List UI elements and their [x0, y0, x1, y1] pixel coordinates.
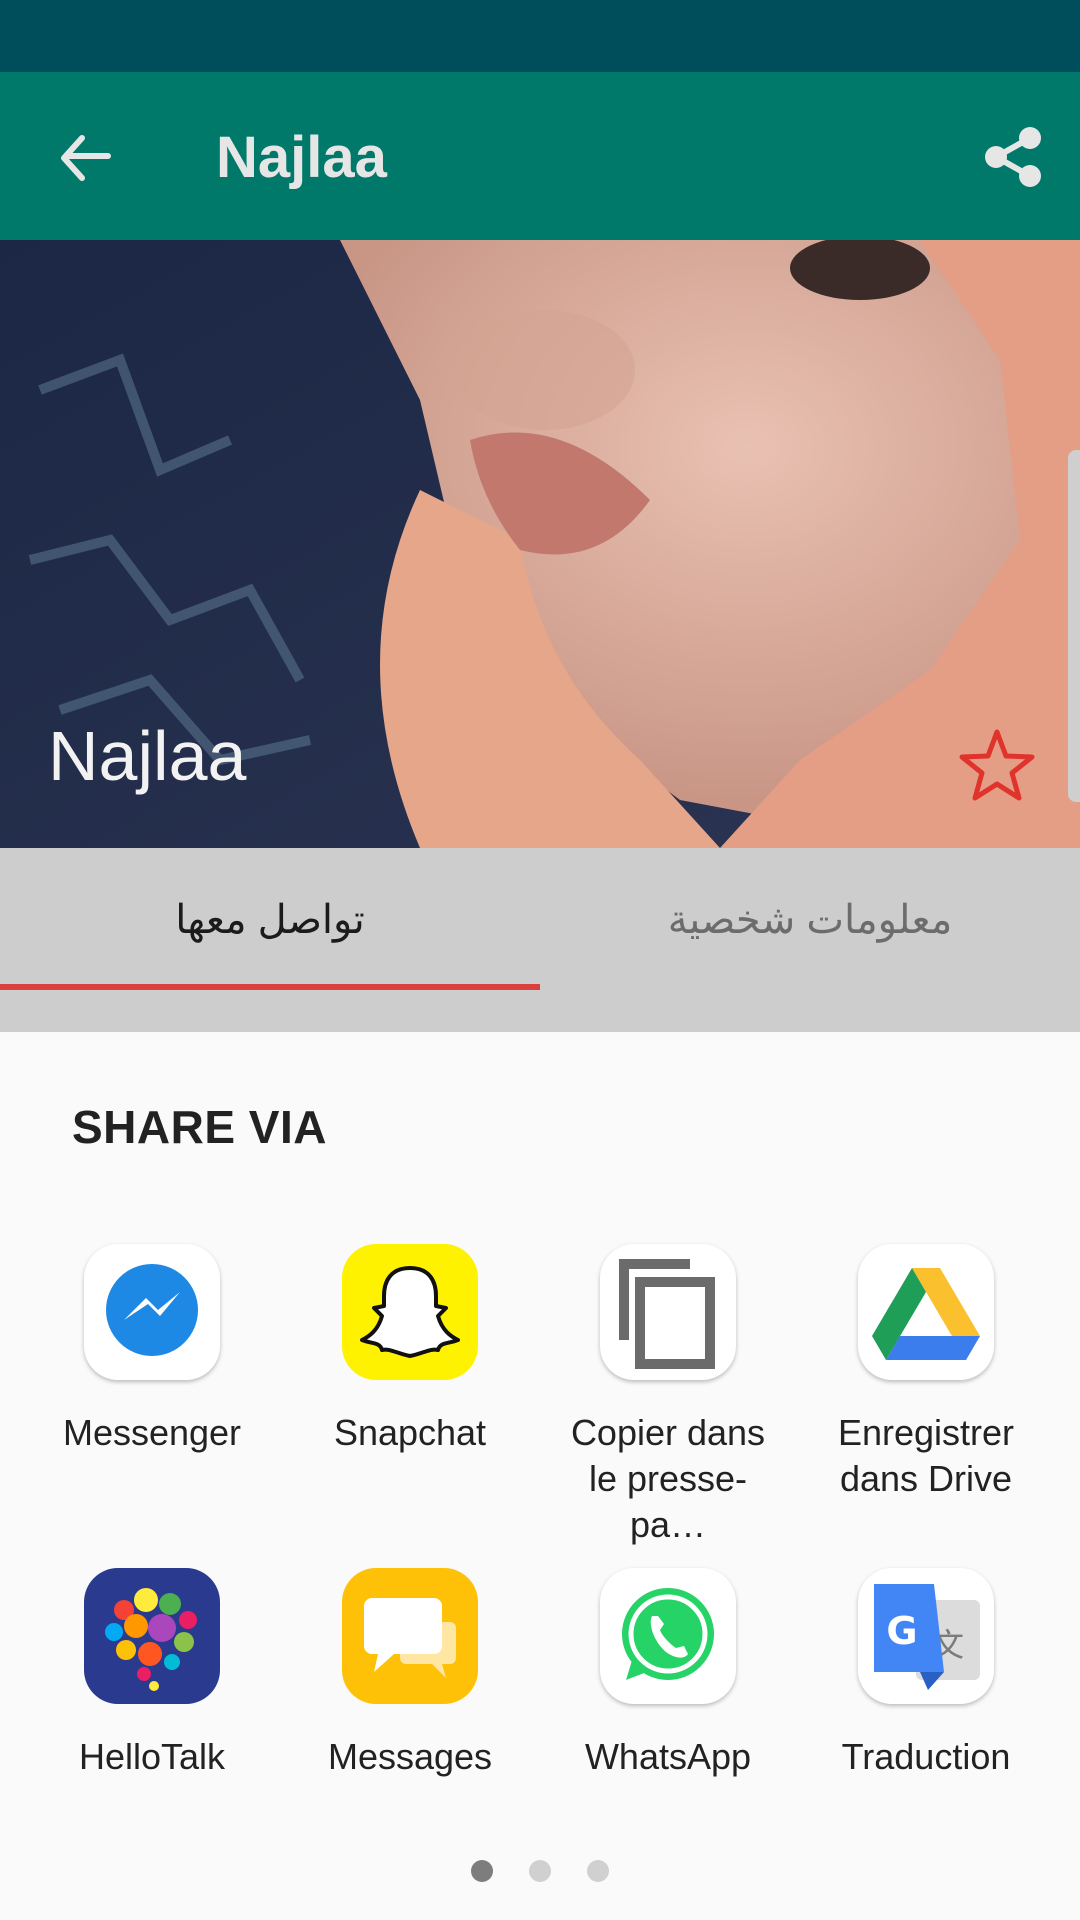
share-app-whatsapp[interactable]: WhatsApp	[539, 1568, 797, 1780]
page-dot-2[interactable]	[529, 1860, 551, 1882]
share-app-label: Traduction	[841, 1736, 1011, 1777]
share-app-hellotalk[interactable]: HelloTalk	[23, 1568, 281, 1780]
profile-photo: Najlaa	[0, 240, 1080, 848]
status-bar	[0, 0, 1080, 72]
app-bar: Najlaa	[0, 72, 1080, 240]
share-app-label: Messenger	[62, 1412, 242, 1453]
share-app-drive[interactable]: Enregistrer dans Drive	[797, 1244, 1055, 1502]
arrow-back-icon[interactable]	[52, 126, 116, 190]
share-app-label: HelloTalk	[78, 1736, 226, 1777]
share-sheet: SHARE VIA Messenger Snapchat Copier dans	[0, 1032, 1080, 1920]
scroll-edge	[1068, 450, 1080, 802]
share-app-copy[interactable]: Copier dans le presse-pa…	[539, 1244, 797, 1548]
snapchat-icon	[342, 1244, 478, 1380]
share-app-label: Snapchat	[333, 1412, 487, 1453]
share-app-label: WhatsApp	[584, 1736, 752, 1777]
page-dot-1[interactable]	[470, 1860, 493, 1882]
page-dot-3[interactable]	[587, 1860, 610, 1882]
share-app-messenger[interactable]: Messenger	[23, 1244, 281, 1456]
share-sheet-title: SHARE VIA	[72, 1101, 327, 1153]
tab-personal-info[interactable]: معلومات شخصية	[540, 848, 1080, 992]
tab-bar: تواصل معها معلومات شخصية	[0, 848, 1080, 1032]
page-title: Najlaa	[216, 125, 387, 190]
tab-contact[interactable]: تواصل معها	[0, 848, 540, 992]
share-icon[interactable]	[982, 126, 1044, 188]
messages-icon	[342, 1568, 478, 1704]
google-translate-icon: 文 G	[858, 1568, 994, 1704]
share-app-translate[interactable]: 文 G Traduction	[797, 1568, 1055, 1780]
profile-name: Najlaa	[48, 717, 247, 795]
share-app-label: Messages	[327, 1736, 493, 1777]
page-indicator	[0, 1860, 1080, 1887]
share-app-snapchat[interactable]: Snapchat	[281, 1244, 539, 1456]
whatsapp-icon	[600, 1568, 736, 1704]
tab-indicator	[0, 984, 540, 990]
messenger-icon	[84, 1244, 220, 1380]
share-app-messages[interactable]: Messages	[281, 1568, 539, 1780]
star-outline-icon[interactable]	[958, 728, 1036, 802]
share-app-label: Enregistrer dans Drive	[837, 1412, 1015, 1499]
svg-text:G: G	[886, 1609, 917, 1653]
hellotalk-icon	[84, 1568, 220, 1704]
google-drive-icon	[858, 1244, 994, 1380]
share-app-label: Copier dans le presse-pa…	[570, 1412, 766, 1545]
copy-icon	[600, 1244, 736, 1380]
